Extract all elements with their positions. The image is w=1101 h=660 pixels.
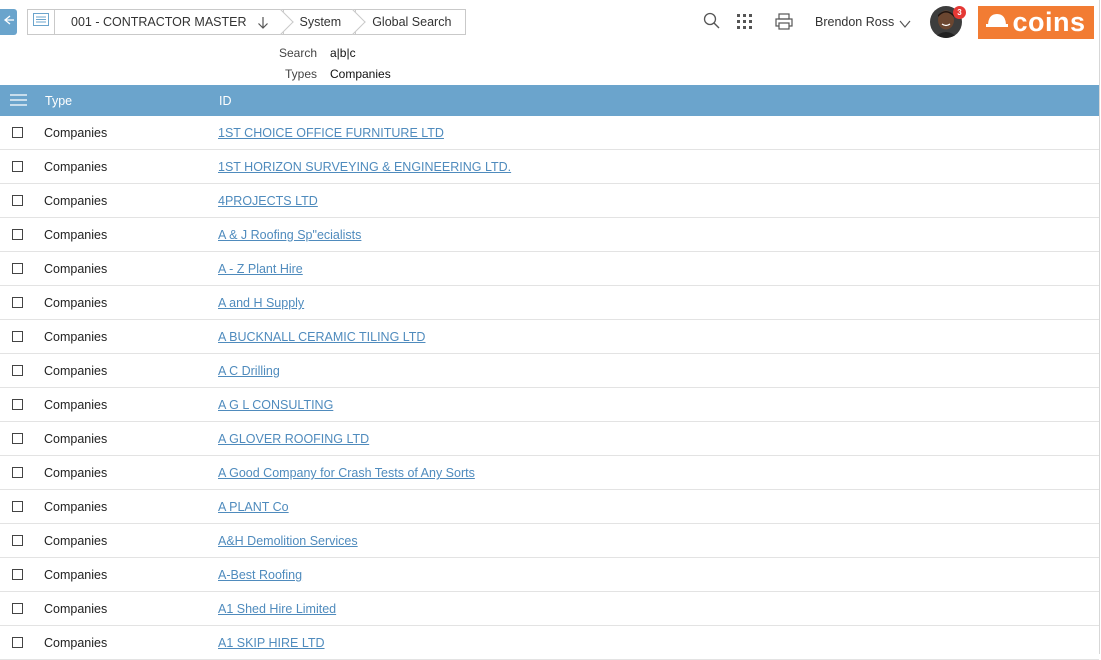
table-row: Companies A - Z Plant Hire xyxy=(0,252,1099,286)
row-checkbox[interactable] xyxy=(12,127,23,138)
results-table: Type ID Companies 1ST CHOICE OFFICE FURNI… xyxy=(0,85,1099,660)
row-id-link[interactable]: A & J Roofing Sp"ecialists xyxy=(218,228,361,242)
grid-icon[interactable] xyxy=(737,14,753,35)
table-row: Companies 4PROJECTS LTD xyxy=(0,184,1099,218)
row-checkbox[interactable] xyxy=(12,637,23,648)
row-id-link[interactable]: A G L CONSULTING xyxy=(218,398,333,412)
coins-logo[interactable]: coins xyxy=(978,6,1094,39)
row-id-link[interactable]: 4PROJECTS LTD xyxy=(218,194,318,208)
table-header: Type ID xyxy=(0,85,1099,116)
row-id-link[interactable]: 1ST HORIZON SURVEYING & ENGINEERING LTD. xyxy=(218,160,511,174)
row-checkbox[interactable] xyxy=(12,195,23,206)
row-checkbox[interactable] xyxy=(12,229,23,240)
row-checkbox[interactable] xyxy=(12,365,23,376)
row-id-link[interactable]: A - Z Plant Hire xyxy=(218,262,303,276)
search-filter-value: a|b|c xyxy=(330,46,356,60)
row-type: Companies xyxy=(44,636,108,650)
row-type: Companies xyxy=(44,160,108,174)
row-type: Companies xyxy=(44,296,108,310)
row-type: Companies xyxy=(44,364,108,378)
table-row: Companies A1 SKIP HIRE LTD xyxy=(0,626,1099,660)
row-id-link[interactable]: A1 SKIP HIRE LTD xyxy=(218,636,325,650)
row-type: Companies xyxy=(44,262,108,276)
row-checkbox[interactable] xyxy=(12,399,23,410)
list-icon xyxy=(33,13,49,31)
row-checkbox[interactable] xyxy=(12,263,23,274)
user-name[interactable]: Brendon Ross xyxy=(815,15,894,29)
table-row: Companies A1 Shed Hire Limited xyxy=(0,592,1099,626)
top-bar: 001 - CONTRACTOR MASTER System Global Se… xyxy=(0,0,1101,44)
table-body: Companies 1ST CHOICE OFFICE FURNITURE LTD… xyxy=(0,116,1099,660)
arrow-down-icon[interactable] xyxy=(257,16,269,29)
chevron-down-icon[interactable] xyxy=(899,16,911,34)
row-checkbox[interactable] xyxy=(12,331,23,342)
table-row: Companies A BUCKNALL CERAMIC TILING LTD xyxy=(0,320,1099,354)
breadcrumb-item-system[interactable]: System xyxy=(283,9,357,35)
row-type: Companies xyxy=(44,534,108,548)
breadcrumb-label: System xyxy=(299,15,342,29)
row-checkbox[interactable] xyxy=(12,297,23,308)
row-checkbox[interactable] xyxy=(12,501,23,512)
breadcrumb: 001 - CONTRACTOR MASTER System Global Se… xyxy=(27,9,467,35)
row-checkbox[interactable] xyxy=(12,467,23,478)
row-id-link[interactable]: A GLOVER ROOFING LTD xyxy=(218,432,369,446)
row-type: Companies xyxy=(44,432,108,446)
row-id-link[interactable]: A-Best Roofing xyxy=(218,568,302,582)
row-id-link[interactable]: A C Drilling xyxy=(218,364,280,378)
table-row: Companies 1ST CHOICE OFFICE FURNITURE LTD xyxy=(0,116,1099,150)
row-type: Companies xyxy=(44,568,108,582)
breadcrumb-label: 001 - CONTRACTOR MASTER xyxy=(71,15,247,29)
row-checkbox[interactable] xyxy=(12,535,23,546)
breadcrumb-item-global-search[interactable]: Global Search xyxy=(356,9,467,35)
row-id-link[interactable]: A PLANT Co xyxy=(218,500,289,514)
row-type: Companies xyxy=(44,500,108,514)
table-row: Companies A and H Supply xyxy=(0,286,1099,320)
row-type: Companies xyxy=(44,194,108,208)
row-type: Companies xyxy=(44,602,108,616)
breadcrumb-label: Global Search xyxy=(372,15,452,29)
breadcrumb-menu-button[interactable] xyxy=(27,9,55,35)
table-row: Companies A C Drilling xyxy=(0,354,1099,388)
types-filter-value: Companies xyxy=(330,67,391,81)
breadcrumb-item-company[interactable]: 001 - CONTRACTOR MASTER xyxy=(55,9,284,35)
table-row: Companies A-Best Roofing xyxy=(0,558,1099,592)
types-filter-label: Types xyxy=(284,67,317,81)
arrow-left-icon xyxy=(3,13,15,31)
table-row: Companies A Good Company for Crash Tests … xyxy=(0,456,1099,490)
hard-hat-icon xyxy=(986,13,1009,32)
back-button[interactable] xyxy=(0,9,17,35)
row-type: Companies xyxy=(44,466,108,480)
row-type: Companies xyxy=(44,126,108,140)
row-checkbox[interactable] xyxy=(12,161,23,172)
row-id-link[interactable]: A BUCKNALL CERAMIC TILING LTD xyxy=(218,330,425,344)
row-type: Companies xyxy=(44,398,108,412)
table-row: Companies A&H Demolition Services xyxy=(0,524,1099,558)
scroll-edge xyxy=(1099,0,1100,654)
row-checkbox[interactable] xyxy=(12,569,23,580)
row-id-link[interactable]: 1ST CHOICE OFFICE FURNITURE LTD xyxy=(218,126,444,140)
row-type: Companies xyxy=(44,330,108,344)
search-filter-label: Search xyxy=(278,46,317,60)
table-row: Companies A PLANT Co xyxy=(0,490,1099,524)
row-id-link[interactable]: A and H Supply xyxy=(218,296,304,310)
table-row: Companies 1ST HORIZON SURVEYING & ENGINEE… xyxy=(0,150,1099,184)
table-row: Companies A GLOVER ROOFING LTD xyxy=(0,422,1099,456)
row-id-link[interactable]: A&H Demolition Services xyxy=(218,534,358,548)
logo-text: coins xyxy=(1012,7,1086,37)
row-checkbox[interactable] xyxy=(12,603,23,614)
table-row: Companies A G L CONSULTING xyxy=(0,388,1099,422)
search-icon[interactable] xyxy=(703,12,720,34)
column-menu-icon[interactable] xyxy=(10,94,27,109)
row-id-link[interactable]: A1 Shed Hire Limited xyxy=(218,602,336,616)
column-header-id[interactable]: ID xyxy=(219,94,232,108)
printer-icon[interactable] xyxy=(775,13,793,35)
notification-badge[interactable]: 3 xyxy=(953,6,966,19)
row-id-link[interactable]: A Good Company for Crash Tests of Any So… xyxy=(218,466,475,480)
table-row: Companies A & J Roofing Sp"ecialists xyxy=(0,218,1099,252)
column-header-type[interactable]: Type xyxy=(45,94,72,108)
row-type: Companies xyxy=(44,228,108,242)
row-checkbox[interactable] xyxy=(12,433,23,444)
